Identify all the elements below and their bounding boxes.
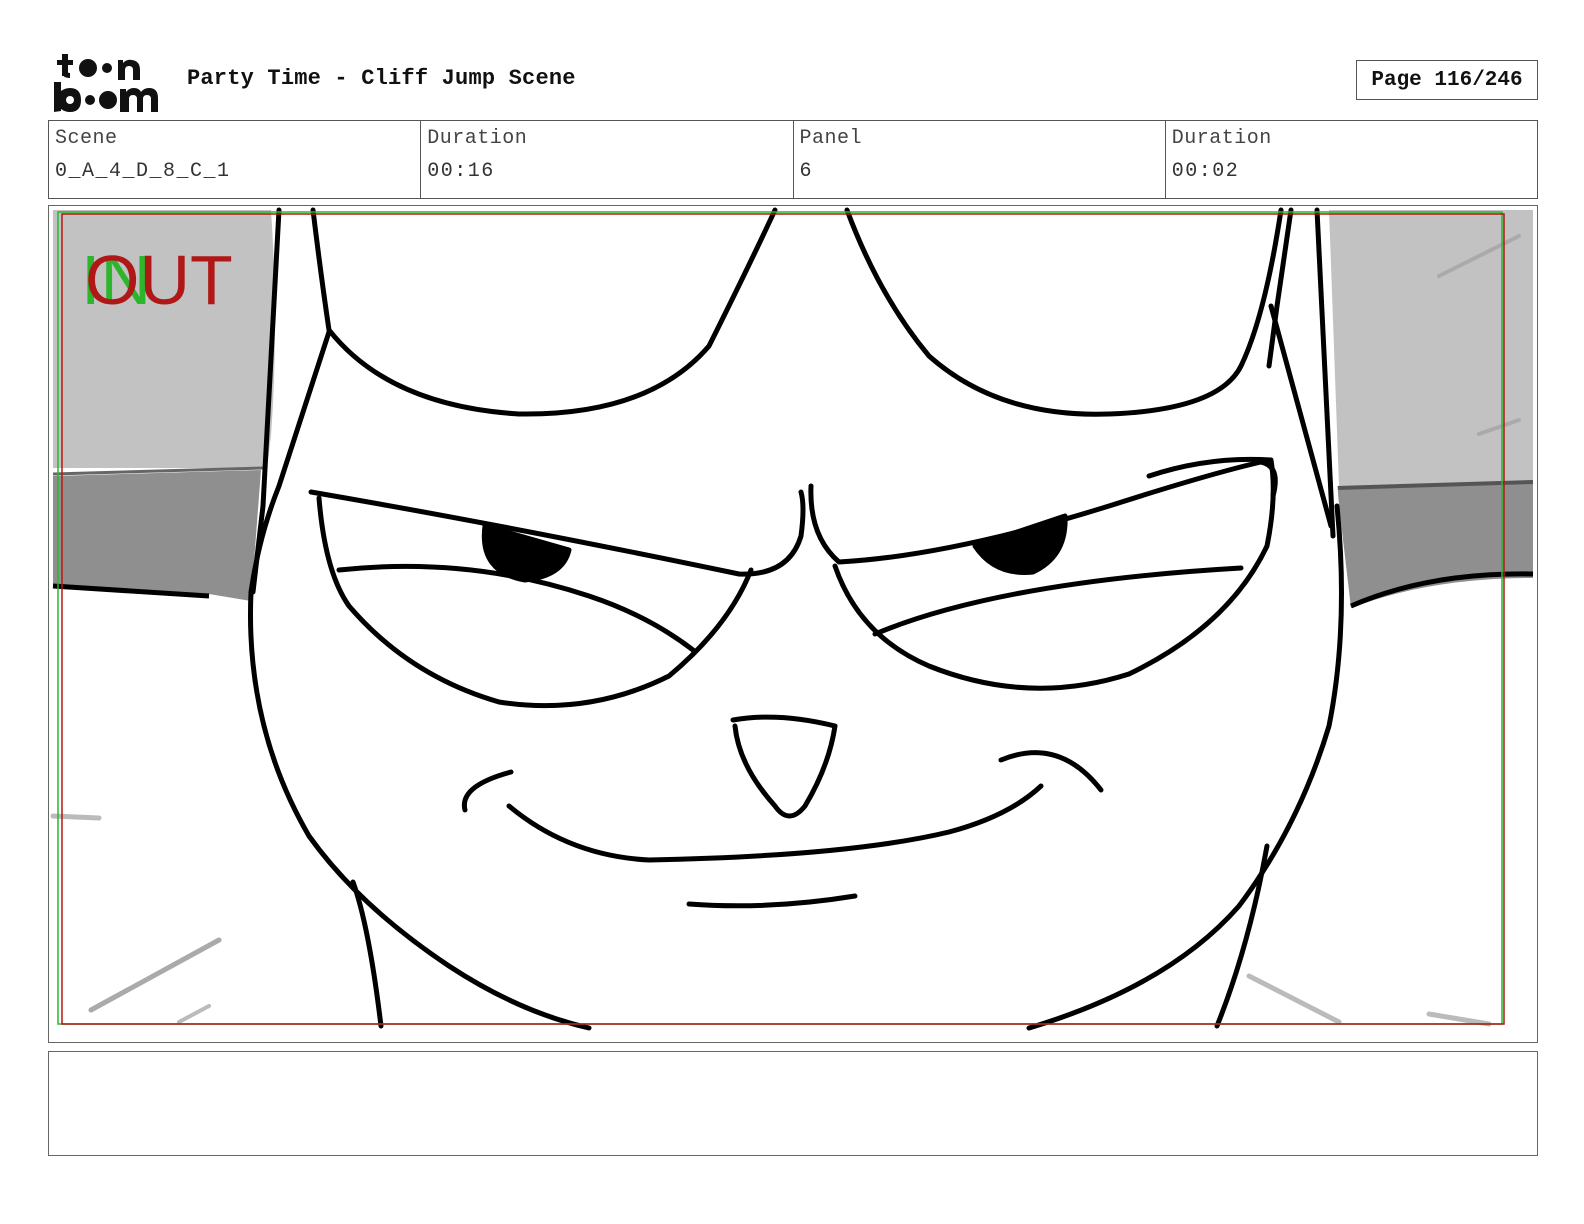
page-number-label: Page 116/246 [1371,68,1523,92]
scene-duration-cell: Duration 00:16 [421,121,794,198]
toonboom-logo-icon [54,54,158,112]
storyboard-panel: IN OUT [48,205,1538,1043]
panel-notes-box [48,1051,1538,1156]
scene-duration-label: Duration [427,127,528,150]
out-marker-label: OUT [85,241,233,316]
panel-label: Panel [799,127,863,150]
panel-duration-cell: Duration 00:02 [1166,121,1537,198]
document-title: Party Time - Cliff Jump Scene [187,66,576,91]
page-number-badge: Page 116/246 [1356,60,1538,100]
panel-duration-label: Duration [1171,127,1272,150]
panel-value: 6 [799,160,814,183]
panel-drawing [50,207,1534,1036]
scene-cell: Scene 0_A_4_D_8_C_1 [49,121,422,198]
scene-info-table: Scene 0_A_4_D_8_C_1 Duration 00:16 Panel… [48,120,1538,199]
in-out-marker: IN OUT [81,241,233,316]
scene-duration-value: 00:16 [427,160,495,183]
scene-value: 0_A_4_D_8_C_1 [55,160,231,183]
scene-label: Scene [55,127,118,150]
panel-duration-value: 00:02 [1171,160,1240,183]
character-face [248,207,1348,1036]
panel-cell: Panel 6 [794,121,1166,198]
